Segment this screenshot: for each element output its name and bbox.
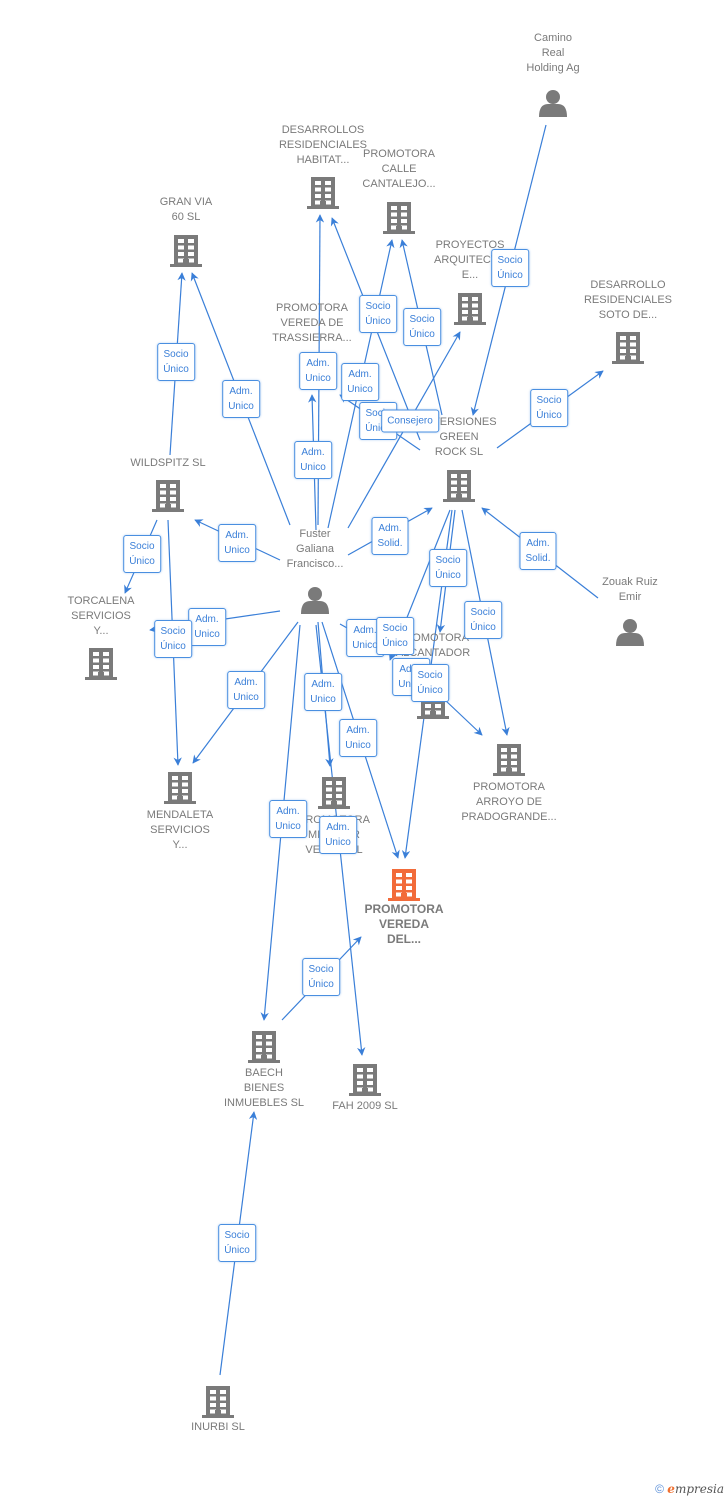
node-label-promotora_calle[interactable]: CALLE [382,163,417,175]
relation-label[interactable]: Socio Único [530,389,568,427]
node-label-green_rock[interactable]: GREEN [439,431,478,443]
relation-label[interactable]: Socio Único [218,1224,256,1262]
relation-label[interactable]: Adm. Unico [341,363,379,401]
relation-label[interactable]: Socio Único [123,535,161,573]
building-icon[interactable] [383,202,415,234]
node-label-desarrollos_habitat[interactable]: DESARROLLOS [282,124,365,136]
node-label-arroyo[interactable]: PROMOTORA [473,781,546,793]
building-icon[interactable] [85,648,117,680]
node-label-main[interactable]: VEREDA [379,917,429,931]
relation-label[interactable]: Adm. Unico [227,671,265,709]
node-label-desarrollo_soto[interactable]: SOTO DE... [599,309,657,321]
relation-label[interactable]: Socio Único [429,549,467,587]
relation-label[interactable]: Socio Único [403,308,441,346]
building-icon[interactable] [443,470,475,502]
building-icon[interactable] [152,480,184,512]
relation-label[interactable]: Socio Único [411,664,449,702]
building-icon[interactable] [170,235,202,267]
relation-label[interactable]: Adm. Solid. [519,532,557,570]
brand-name: mpresia [674,1482,724,1496]
node-label-wildspitz[interactable]: WILDSPITZ SL [130,457,205,469]
node-label-trassierra[interactable]: VEREDA DE [281,317,344,329]
relation-label[interactable]: Adm. Unico [294,441,332,479]
node-label-inurbi[interactable]: INURBI SL [191,1421,245,1433]
node-label-main[interactable]: PROMOTORA [364,902,443,916]
node-label-camino[interactable]: Camino [534,32,572,44]
relation-label[interactable]: Socio Único [491,249,529,287]
node-label-fuster[interactable]: Francisco... [287,558,344,570]
building-icon[interactable] [349,1064,381,1096]
node-label-desarrollo_soto[interactable]: RESIDENCIALES [584,294,672,306]
relation-label[interactable]: Adm. Unico [304,673,342,711]
node-label-torcalena[interactable]: Y... [93,625,108,637]
node-label-arroyo[interactable]: ARROYO DE [476,796,542,808]
node-label-gran_via[interactable]: 60 SL [172,211,201,223]
relation-label[interactable]: Adm. Solid. [371,517,409,555]
node-label-zouak[interactable]: Zouak Ruiz [602,576,658,588]
person-icon[interactable] [616,619,644,646]
relation-label[interactable]: Socio Único [302,958,340,996]
relation-label[interactable]: Socio Único [464,601,502,639]
node-label-arroyo[interactable]: PRADOGRANDE... [461,811,556,823]
node-label-zouak[interactable]: Emir [619,591,642,603]
node-label-green_rock[interactable]: ROCK SL [435,446,483,458]
building-icon[interactable] [454,293,486,325]
relation-label[interactable]: Adm. Unico [299,352,337,390]
relation-label[interactable]: Socio Único [376,617,414,655]
node-label-desarrollos_habitat[interactable]: HABITAT... [297,154,350,166]
node-label-desarrollo_soto[interactable]: DESARROLLO [590,279,666,291]
node-label-promotora_calle[interactable]: CANTALEJO... [362,178,435,190]
relation-label[interactable]: Socio Único [359,295,397,333]
node-label-mendaleta[interactable]: Y... [172,839,187,851]
relation-label[interactable]: Adm. Unico [269,800,307,838]
edge-alcantador-arroyo [444,699,483,736]
node-label-fah[interactable]: FAH 2009 SL [332,1100,397,1112]
relation-label[interactable]: Socio Único [154,620,192,658]
node-label-baech[interactable]: INMUEBLES SL [224,1097,304,1109]
relation-label[interactable]: Adm. Unico [319,816,357,854]
node-label-promotora_calle[interactable]: PROMOTORA [363,148,436,160]
relation-label[interactable]: Socio Único [157,343,195,381]
relation-label[interactable]: Consejero [381,409,439,433]
node-label-mendaleta[interactable]: SERVICIOS [150,824,210,836]
node-label-camino[interactable]: Holding Ag [526,62,579,74]
relation-label[interactable]: Adm. Unico [339,719,377,757]
node-label-desarrollos_habitat[interactable]: RESIDENCIALES [279,139,367,151]
building-icon[interactable] [164,772,196,804]
node-label-fuster[interactable]: Galiana [296,543,335,555]
brand-initial: e [667,1482,675,1496]
empresia-logo: © empresia [655,1482,724,1496]
building-icon[interactable] [388,869,420,901]
node-label-baech[interactable]: BIENES [244,1082,284,1094]
relation-label[interactable]: Adm. Unico [188,608,226,646]
node-label-torcalena[interactable]: TORCALENA [67,595,135,607]
node-label-torcalena[interactable]: SERVICIOS [71,610,131,622]
building-icon[interactable] [307,177,339,209]
copyright-symbol: © [655,1482,664,1496]
relation-label[interactable]: Adm. Unico [218,524,256,562]
node-label-trassierra[interactable]: PROMOTORA [276,302,349,314]
person-icon[interactable] [539,90,567,117]
building-icon[interactable] [202,1386,234,1418]
node-label-mendaleta[interactable]: MENDALETA [147,809,214,821]
node-label-gran_via[interactable]: GRAN VIA [160,196,213,208]
node-label-baech[interactable]: BAECH [245,1067,283,1079]
node-label-trassierra[interactable]: TRASSIERRA... [272,332,351,344]
node-label-fuster[interactable]: Fuster [299,528,331,540]
person-icon[interactable] [301,587,329,614]
building-icon[interactable] [318,777,350,809]
building-icon[interactable] [493,744,525,776]
building-icon[interactable] [248,1031,280,1063]
node-label-camino[interactable]: Real [542,47,565,59]
relation-label[interactable]: Adm. Unico [222,380,260,418]
building-icon[interactable] [612,332,644,364]
node-label-main[interactable]: DEL... [387,932,421,946]
node-label-proyectos[interactable]: E... [462,269,479,281]
